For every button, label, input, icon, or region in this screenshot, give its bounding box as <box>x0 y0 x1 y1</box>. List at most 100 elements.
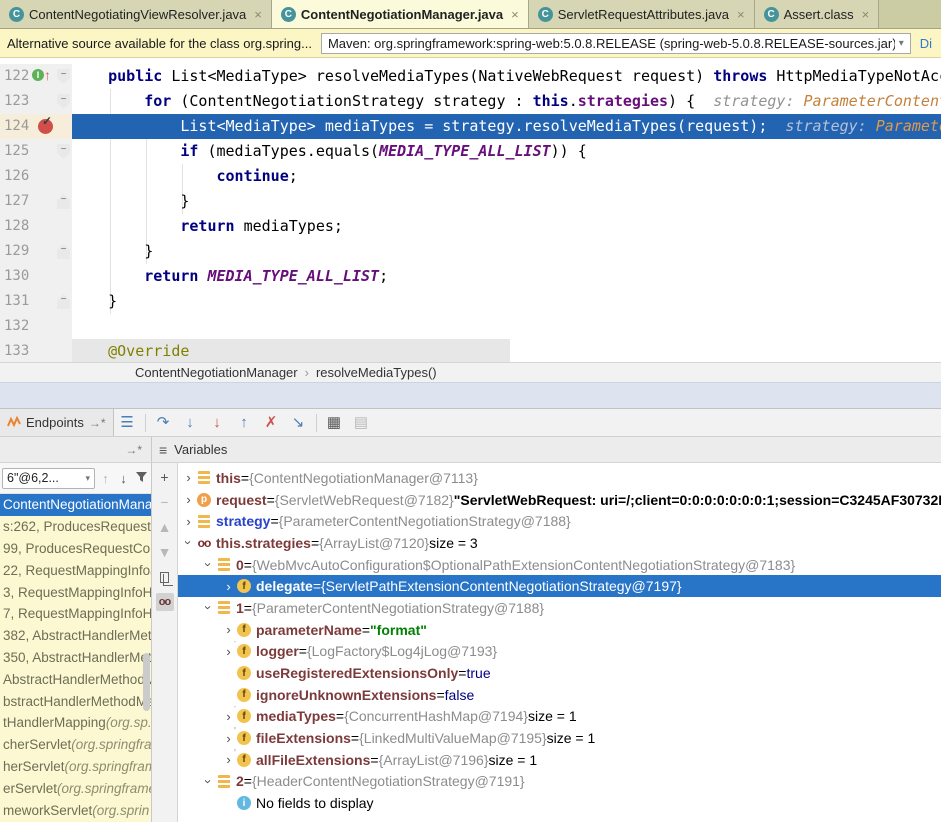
variable-row[interactable]: ›fparameterName = "format" <box>178 619 941 641</box>
tree-arrow-icon[interactable]: › <box>201 558 216 571</box>
variable-row[interactable]: ›'fmediaTypes = {ConcurrentHashMap@7194}… <box>178 706 941 728</box>
code-text[interactable]: public List<MediaType> resolveMediaTypes… <box>72 64 941 89</box>
previous-frame-icon[interactable]: ↑ <box>98 471 113 486</box>
stack-frame[interactable]: cherServlet (org.springfra <box>0 734 151 756</box>
tree-arrow-icon[interactable]: › <box>182 470 195 485</box>
tab-endpoints[interactable]: Endpoints →* <box>0 409 114 436</box>
code-text[interactable]: } <box>72 189 941 214</box>
gutter[interactable]: 125− <box>0 139 72 164</box>
code-text[interactable]: continue; <box>72 164 941 189</box>
gutter[interactable]: 122I↑− <box>0 64 72 89</box>
fold-marker-icon[interactable]: − <box>57 94 70 109</box>
move-watch-down-icon[interactable]: ▼ <box>156 543 174 561</box>
stack-frame[interactable]: 7, RequestMappingInfoHa <box>0 603 151 625</box>
variable-row[interactable]: ›oothis.strategies = {ArrayList@7120} si… <box>178 532 941 554</box>
code-text[interactable]: @Override <box>72 339 510 362</box>
stack-frame[interactable]: 350, AbstractHandlerMetho <box>0 647 151 669</box>
variable-row[interactable]: iNo fields to display <box>178 792 941 814</box>
code-text[interactable] <box>72 314 941 339</box>
variable-row[interactable]: ›'flogger = {LogFactory$Log4jLog@7193} <box>178 641 941 663</box>
fold-marker-icon[interactable]: − <box>57 244 70 259</box>
tree-arrow-icon[interactable]: › <box>201 601 216 614</box>
next-frame-icon[interactable]: ↓ <box>116 471 131 486</box>
source-jar-select[interactable]: Maven: org.springframework:spring-web:5.… <box>321 33 911 54</box>
pin-icon[interactable]: →* <box>125 443 142 457</box>
close-tab-icon[interactable]: × <box>254 7 262 22</box>
move-watch-up-icon[interactable]: ▲ <box>156 518 174 536</box>
remove-watch-icon[interactable]: − <box>156 493 174 511</box>
fold-marker-icon[interactable]: − <box>57 194 70 209</box>
close-tab-icon[interactable]: × <box>737 7 745 22</box>
menu-icon[interactable]: ≡ <box>159 442 167 458</box>
variable-row[interactable]: fignoreUnknownExtensions = false <box>178 684 941 706</box>
stack-frame[interactable]: 3, RequestMappingInfoHa <box>0 581 151 603</box>
tree-arrow-icon[interactable]: › <box>222 622 235 637</box>
breadcrumb-item[interactable]: resolveMediaTypes() <box>316 365 437 380</box>
show-watches-icon[interactable]: oo <box>156 593 174 611</box>
stack-frame[interactable]: tHandlerMapping (org.sp. <box>0 712 151 734</box>
step-into-icon[interactable]: ↓ <box>177 409 204 436</box>
evaluate-expression-icon[interactable]: ▦ <box>321 409 348 436</box>
tree-arrow-icon[interactable]: › <box>222 579 235 594</box>
code-text[interactable]: return MEDIA_TYPE_ALL_LIST; <box>72 264 941 289</box>
tree-arrow-icon[interactable]: › <box>182 492 195 507</box>
disable-link[interactable]: Di <box>920 36 934 51</box>
stack-frame[interactable]: erServlet (org.springframe <box>0 777 151 799</box>
gutter[interactable]: 133 <box>0 339 72 362</box>
stack-frame[interactable]: 99, ProducesRequestCond <box>0 538 151 560</box>
duplicate-watch-icon[interactable] <box>156 568 174 586</box>
stack-frame[interactable]: s:262, ProducesRequestCo <box>0 516 151 538</box>
variable-row[interactable]: ›2 = {HeaderContentNegotiationStrategy@7… <box>178 771 941 793</box>
variable-row[interactable]: ›1 = {ParameterContentNegotiationStrateg… <box>178 597 941 619</box>
stack-frame[interactable]: 382, AbstractHandlerMeth <box>0 625 151 647</box>
menu-icon[interactable]: ☰ <box>114 409 141 436</box>
stack-frame[interactable]: 22, RequestMappingInfo ( <box>0 559 151 581</box>
pin-icon[interactable]: →* <box>89 416 106 430</box>
stack-frame[interactable]: herServlet (org.springfram <box>0 756 151 778</box>
gutter[interactable]: 132 <box>0 314 72 339</box>
breadcrumb-item[interactable]: ContentNegotiationManager <box>135 365 298 380</box>
fold-marker-icon[interactable]: − <box>57 69 70 84</box>
force-step-into-icon[interactable]: ↓ <box>204 409 231 436</box>
gutter[interactable]: 128 <box>0 214 72 239</box>
editor-tab-1[interactable]: CContentNegotiationManager.java× <box>272 0 529 28</box>
fold-marker-icon[interactable]: − <box>57 144 70 159</box>
stack-frame[interactable]: AbstractHandlerMethodM <box>0 668 151 690</box>
stack-frame[interactable]: meworkServlet (org.sprin <box>0 799 151 821</box>
gutter[interactable]: 130 <box>0 264 72 289</box>
code-text[interactable]: for (ContentNegotiationStrategy strategy… <box>72 89 941 114</box>
step-out-icon[interactable]: ↑ <box>231 409 258 436</box>
filter-frames-icon[interactable] <box>134 471 149 486</box>
step-over-icon[interactable]: ↷ <box>150 409 177 436</box>
editor-tab-2[interactable]: CServletRequestAttributes.java× <box>529 0 755 28</box>
variable-row[interactable]: ›fdelegate = {ServletPathExtensionConten… <box>178 575 941 597</box>
gutter[interactable]: 124 <box>0 114 72 139</box>
run-to-cursor-icon[interactable]: ↘ <box>285 409 312 436</box>
drop-frame-icon[interactable]: ✗ <box>258 409 285 436</box>
code-text[interactable]: } <box>72 289 941 314</box>
editor-tab-0[interactable]: CContentNegotiatingViewResolver.java× <box>0 0 272 28</box>
editor-tab-3[interactable]: CAssert.class× <box>755 0 880 28</box>
tree-arrow-icon[interactable]: › <box>182 514 195 529</box>
gutter[interactable]: 127− <box>0 189 72 214</box>
code-text[interactable]: List<MediaType> mediaTypes = strategy.re… <box>72 114 941 139</box>
gutter[interactable]: 126 <box>0 164 72 189</box>
breakpoint-icon[interactable] <box>38 119 53 134</box>
code-text[interactable]: if (mediaTypes.equals(MEDIA_TYPE_ALL_LIS… <box>72 139 941 164</box>
code-editor[interactable]: 122I↑− public List<MediaType> resolveMed… <box>0 58 941 362</box>
gutter[interactable]: 129− <box>0 239 72 264</box>
fold-marker-icon[interactable]: − <box>57 294 70 309</box>
add-watch-icon[interactable]: + <box>156 468 174 486</box>
tree-arrow-icon[interactable]: › <box>181 536 196 549</box>
code-text[interactable]: return mediaTypes; <box>72 214 941 239</box>
frames-scrollbar[interactable] <box>143 653 150 711</box>
close-tab-icon[interactable]: × <box>862 7 870 22</box>
variable-row[interactable]: ›0 = {WebMvcAutoConfiguration$OptionalPa… <box>178 554 941 576</box>
variable-row[interactable]: ›strategy = {ParameterContentNegotiation… <box>178 510 941 532</box>
code-text[interactable]: } <box>72 239 941 264</box>
gutter[interactable]: 131− <box>0 289 72 314</box>
thread-selector[interactable]: 6"@6,2... ▾ <box>2 468 95 489</box>
variable-row[interactable]: fuseRegisteredExtensionsOnly = true <box>178 662 941 684</box>
gutter[interactable]: 123− <box>0 89 72 114</box>
variable-row[interactable]: ›'ffileExtensions = {LinkedMultiValueMap… <box>178 727 941 749</box>
